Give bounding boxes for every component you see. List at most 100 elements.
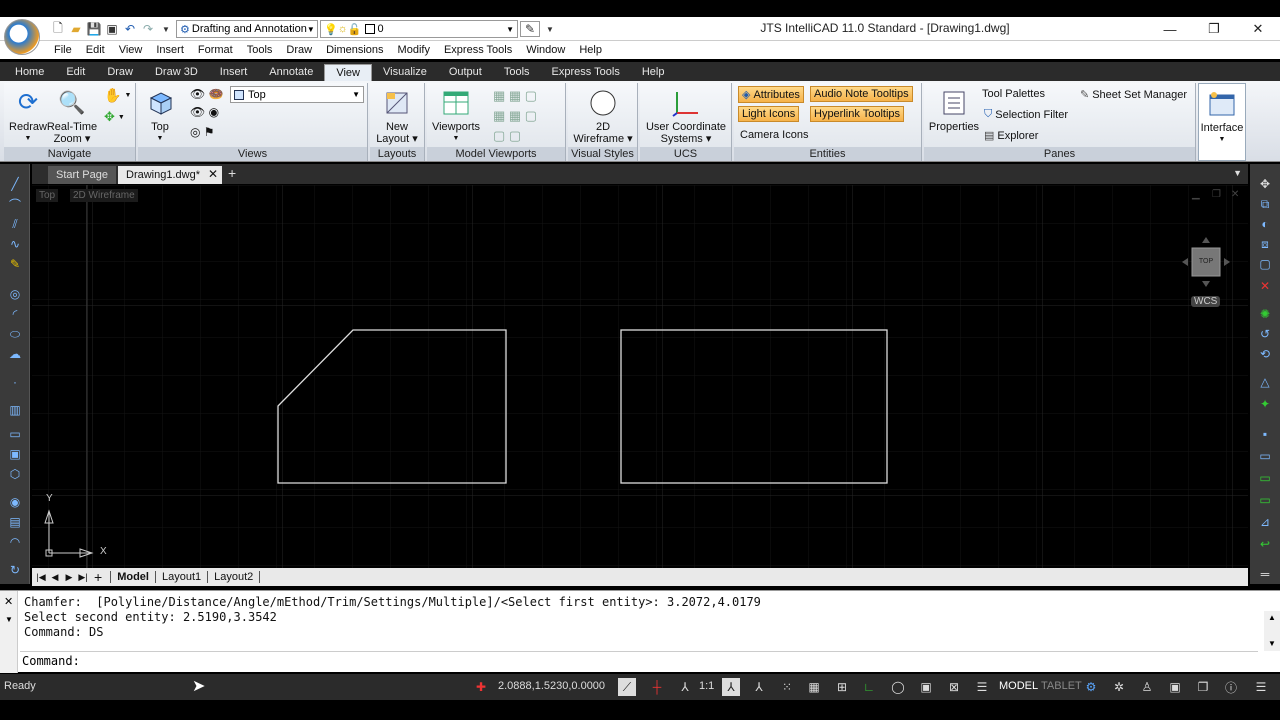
- menu-help[interactable]: Help: [572, 44, 609, 56]
- join-icon[interactable]: ▭: [1257, 470, 1273, 486]
- region-icon[interactable]: ▣: [7, 446, 23, 462]
- rectangle-icon[interactable]: ▭: [7, 426, 23, 442]
- erase-icon[interactable]: ✕: [1257, 278, 1273, 294]
- orbit-icon[interactable]: ✥ ▼: [104, 109, 125, 125]
- tab-drawing1[interactable]: Drawing1.dwg*: [118, 166, 222, 184]
- clean-screen-icon[interactable]: ❐: [1194, 678, 1212, 696]
- wcs-label[interactable]: WCS: [1191, 296, 1221, 307]
- multiline-icon[interactable]: ⫽: [7, 216, 23, 232]
- camera-icons-toggle[interactable]: Camera Icons: [740, 129, 808, 141]
- line-icon[interactable]: ╱: [7, 176, 23, 192]
- menu-tools[interactable]: Tools: [240, 44, 280, 56]
- tab-tools[interactable]: Tools: [493, 64, 541, 81]
- info-icon[interactable]: ⓘ: [1222, 678, 1240, 696]
- annotation-visibility-icon[interactable]: ⅄: [722, 678, 740, 696]
- layer-manager-icon[interactable]: ✎: [520, 21, 540, 37]
- array-icon[interactable]: ▢: [1257, 256, 1273, 272]
- eye-icon[interactable]: 👁 ◉: [190, 105, 219, 119]
- audio-note-tooltips-toggle[interactable]: Audio Note Tooltips: [810, 86, 913, 102]
- save-as-icon[interactable]: ▣: [104, 21, 120, 37]
- ellipse-icon[interactable]: ⬭: [7, 326, 23, 342]
- redraw-button[interactable]: ⟳ Redraw ▼: [8, 89, 48, 145]
- text-icon[interactable]: ◠: [7, 534, 23, 550]
- tab-list-chevron-icon[interactable]: ▼: [1233, 168, 1242, 178]
- stretch-icon[interactable]: △: [1257, 374, 1273, 390]
- new-layout-button[interactable]: New Layout ▾: [372, 89, 422, 145]
- first-layout-icon[interactable]: |◀: [34, 572, 48, 583]
- esnap-icon[interactable]: ◯: [889, 678, 907, 696]
- command-input[interactable]: Command:: [20, 651, 1258, 671]
- workspace-combo[interactable]: ⚙ Drafting and Annotation ▼: [176, 20, 318, 38]
- prev-layout-icon[interactable]: ◀: [48, 572, 62, 583]
- sheet-set-manager-button[interactable]: ✎ Sheet Set Manager: [1080, 88, 1187, 102]
- restore-icon[interactable]: ❐: [1192, 17, 1236, 41]
- scale-readout[interactable]: 1:1: [699, 680, 714, 692]
- rotate-icon[interactable]: ↺: [1257, 326, 1273, 342]
- close-icon[interactable]: ✕: [4, 595, 13, 608]
- properties-button[interactable]: Properties: [926, 89, 982, 133]
- menu-file[interactable]: File: [47, 44, 79, 56]
- model-toggle[interactable]: MODEL: [999, 680, 1038, 692]
- extend-icon[interactable]: ▪: [1257, 426, 1273, 442]
- tool-palettes-button[interactable]: Tool Palettes: [982, 88, 1045, 100]
- menu-dimensions[interactable]: Dimensions: [319, 44, 390, 56]
- menu-modify[interactable]: Modify: [391, 44, 437, 56]
- view-combo[interactable]: Top ▼: [230, 86, 364, 103]
- copy-icon[interactable]: ⧉: [1257, 196, 1273, 212]
- view-label[interactable]: Top: [36, 189, 59, 202]
- block-icon[interactable]: ⬡: [7, 466, 23, 482]
- tab-annotate[interactable]: Annotate: [258, 64, 324, 81]
- break-icon[interactable]: ▭: [1257, 448, 1273, 464]
- status-menu-icon[interactable]: ☰: [1252, 678, 1270, 696]
- attributes-toggle[interactable]: ◈ Attributes: [738, 86, 804, 103]
- fillet-icon[interactable]: ⊿: [1257, 514, 1273, 530]
- move-icon[interactable]: ✥: [1257, 176, 1273, 192]
- drawing-canvas[interactable]: Top 2D Wireframe TOP WCS X Y ▁ ❐ ✕: [32, 185, 1248, 568]
- tab-layout2[interactable]: Layout2: [207, 571, 261, 583]
- freehand-icon[interactable]: ✎: [7, 256, 23, 272]
- tab-output[interactable]: Output: [438, 64, 493, 81]
- chamfer-icon[interactable]: ▭: [1257, 492, 1273, 508]
- pan-icon[interactable]: ✋ ▼: [104, 87, 131, 104]
- last-layout-icon[interactable]: ▶|: [76, 572, 90, 583]
- menu-view[interactable]: View: [112, 44, 150, 56]
- tablet-toggle[interactable]: TABLET: [1041, 680, 1082, 692]
- snap-mode-icon[interactable]: ⁙: [778, 678, 796, 696]
- tab-visualize[interactable]: Visualize: [372, 64, 438, 81]
- more-icon[interactable]: ═: [1257, 566, 1273, 582]
- rotate-icon[interactable]: ↻: [7, 562, 23, 578]
- lineweight-icon[interactable]: ☰: [973, 678, 991, 696]
- visual-style-label[interactable]: 2D Wireframe: [70, 189, 138, 202]
- scroll-down-icon[interactable]: ▼: [1268, 639, 1276, 648]
- menu-insert[interactable]: Insert: [149, 44, 191, 56]
- tab-home[interactable]: Home: [4, 64, 55, 81]
- open-folder-icon[interactable]: ▰: [68, 21, 84, 37]
- grid-snap-icon[interactable]: ┼: [648, 678, 666, 696]
- customize-qat-icon[interactable]: ▼: [542, 21, 558, 37]
- undo-arrow-icon[interactable]: ↩: [1257, 536, 1273, 552]
- undo-icon[interactable]: ↶: [122, 21, 138, 37]
- command-scrollbar[interactable]: ▲ ▼: [1264, 611, 1280, 651]
- menu-window[interactable]: Window: [519, 44, 572, 56]
- hardware-accel-icon[interactable]: ▣: [1166, 678, 1184, 696]
- viewport-minimize-icon[interactable]: ▁: [1192, 189, 1200, 200]
- next-layout-icon[interactable]: ▶: [62, 572, 76, 583]
- etrack-icon[interactable]: ▣: [917, 678, 935, 696]
- realtime-zoom-button[interactable]: 🔍 Real-Time Zoom ▾: [46, 89, 98, 146]
- spline-icon[interactable]: ∿: [7, 236, 23, 252]
- trim-icon[interactable]: ✦: [1257, 396, 1273, 412]
- cloud-icon[interactable]: ☁: [7, 346, 23, 362]
- tab-draw-3d[interactable]: Draw 3D: [144, 64, 209, 81]
- menu-edit[interactable]: Edit: [79, 44, 112, 56]
- lock-ui-icon[interactable]: ♙: [1138, 678, 1156, 696]
- top-view-button[interactable]: Top ▼: [142, 89, 178, 145]
- cube-top-label[interactable]: TOP: [1194, 258, 1218, 265]
- tab-edit[interactable]: Edit: [55, 64, 96, 81]
- circle-icon[interactable]: ◎: [7, 286, 23, 302]
- close-icon[interactable]: ✕: [1236, 17, 1280, 41]
- ucs-button[interactable]: User Coordinate Systems ▾: [642, 89, 730, 145]
- camera-icon[interactable]: ◎ ⚑: [190, 125, 215, 139]
- menu-express-tools[interactable]: Express Tools: [437, 44, 519, 56]
- chevron-down-icon[interactable]: ▼: [5, 615, 13, 624]
- hatch-icon[interactable]: ▥: [7, 402, 23, 418]
